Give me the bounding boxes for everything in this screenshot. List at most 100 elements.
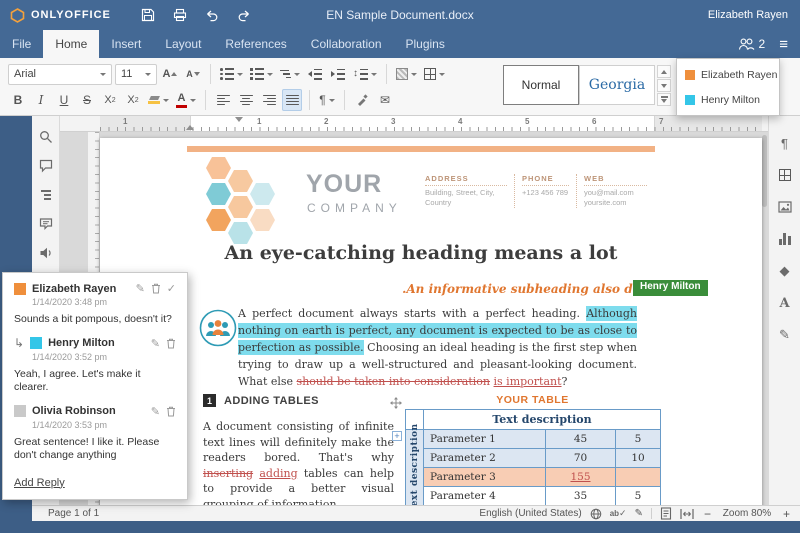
paragraph-borders-icon[interactable] (422, 63, 447, 85)
statusbar: Page 1 of 1 English (United States) ab ✓ … (32, 505, 800, 521)
italic-icon[interactable]: I (31, 89, 51, 111)
underline-icon[interactable]: U (54, 89, 74, 111)
horizontal-ruler[interactable]: 1 1 2 3 4 5 6 7 (60, 116, 768, 132)
tracked-deletion: inserting (203, 466, 254, 480)
shape-settings-icon[interactable]: ◆ (774, 260, 796, 282)
bold-icon[interactable]: B (8, 89, 28, 111)
save-icon[interactable] (139, 6, 157, 24)
first-line-indent-marker[interactable] (235, 117, 243, 122)
users-icon (738, 38, 754, 50)
edit-comment-icon[interactable]: ✎ (151, 405, 160, 418)
zoom-level-label: Zoom 80% (722, 508, 772, 519)
show-paragraph-marks-icon[interactable]: ¶ (317, 89, 337, 111)
decrement-font-size-icon[interactable]: A (183, 63, 203, 85)
mailmerge-icon[interactable]: ✉ (375, 89, 395, 111)
chat-icon[interactable] (35, 213, 57, 235)
user-list-item[interactable]: Elizabeth Rayen (677, 62, 779, 87)
track-changes-icon[interactable]: ✎ (635, 508, 643, 519)
font-name-value: Arial (14, 68, 37, 80)
tracked-insertion: is important (493, 375, 562, 388)
tab-collaboration[interactable]: Collaboration (299, 30, 394, 58)
textart-settings-icon[interactable]: A (774, 292, 796, 314)
decrease-indent-icon[interactable] (305, 63, 325, 85)
zoom-in-icon[interactable]: + (781, 507, 792, 521)
add-reply-link[interactable]: Add Reply (14, 477, 65, 489)
superscript-icon[interactable]: X2 (100, 89, 120, 111)
document-table[interactable]: Text description Text description Parame… (405, 409, 661, 505)
delete-comment-icon[interactable] (151, 283, 161, 294)
image-settings-icon[interactable] (774, 196, 796, 218)
users-count: 2 (758, 37, 766, 51)
style-normal[interactable]: Normal (503, 65, 579, 105)
increase-indent-icon[interactable] (328, 63, 348, 85)
print-icon[interactable] (171, 6, 189, 24)
strikethrough-icon[interactable]: S (77, 89, 97, 111)
line-spacing-icon[interactable]: ↕ (351, 63, 379, 85)
undo-icon[interactable] (203, 6, 221, 24)
align-center-icon[interactable] (236, 89, 256, 111)
application-window: ONLYOFFICE EN Sample Document.docx Eliza… (0, 0, 800, 533)
text-to-speech-icon[interactable] (35, 242, 57, 264)
hamburger-menu-icon[interactable]: ≡ (779, 37, 788, 52)
font-size-value: 11 (121, 68, 133, 80)
numbered-list-icon[interactable] (248, 63, 275, 85)
tab-file[interactable]: File (0, 30, 43, 58)
resolve-comment-icon[interactable]: ✓ (167, 282, 176, 295)
vertical-scrollbar[interactable] (762, 135, 767, 207)
subscript-icon[interactable]: X2 (123, 89, 143, 111)
avatar (30, 337, 43, 349)
tab-home[interactable]: Home (43, 30, 100, 58)
paragraph-settings-icon[interactable]: ¶ (774, 132, 796, 154)
spellcheck-icon[interactable]: ab ✓ (610, 508, 627, 519)
left-indent-marker[interactable] (186, 125, 194, 130)
tab-layout[interactable]: Layout (153, 30, 213, 58)
table-move-handle[interactable] (390, 396, 402, 414)
font-size-select[interactable]: 11 (115, 63, 157, 85)
gallery-down-icon[interactable] (657, 79, 671, 92)
comments-icon[interactable] (35, 155, 57, 177)
document-page[interactable]: YOUR COMPANY ADDRESS Building, Street, C… (100, 138, 762, 505)
navigation-icon[interactable] (35, 184, 57, 206)
style-georgia[interactable]: Georgia (579, 65, 655, 105)
font-name-select[interactable]: Arial (8, 63, 112, 85)
paragraph-shading-icon[interactable] (394, 63, 419, 85)
increment-font-size-icon[interactable]: A (160, 63, 180, 85)
align-right-icon[interactable] (259, 89, 279, 111)
user-list-item[interactable]: Henry Milton (677, 87, 779, 112)
language-selector[interactable]: English (United States) (479, 508, 581, 519)
edit-comment-icon[interactable]: ✎ (151, 337, 160, 350)
redo-icon[interactable] (235, 6, 253, 24)
edit-comment-icon[interactable]: ✎ (136, 282, 145, 295)
tracked-insertion: adding (259, 466, 298, 480)
chart-settings-icon[interactable] (774, 228, 796, 250)
fit-page-icon[interactable] (660, 507, 672, 520)
highlight-color-icon[interactable] (146, 89, 171, 111)
gallery-up-icon[interactable] (657, 65, 671, 78)
table-settings-icon[interactable] (774, 164, 796, 186)
paragraph-1: A perfect document always starts with a … (238, 306, 637, 388)
window-frame-bottom (0, 521, 800, 533)
format-painter-icon[interactable] (352, 89, 372, 111)
search-icon[interactable] (35, 126, 57, 148)
tab-references[interactable]: References (213, 30, 298, 58)
right-panel-sidebar: ¶ ◆ A ✎ (768, 116, 800, 505)
align-justify-icon[interactable] (282, 89, 302, 111)
table-add-row-button[interactable]: + (392, 431, 402, 441)
multilevel-list-icon[interactable] (278, 63, 302, 85)
user-color-swatch (685, 69, 695, 80)
set-language-icon[interactable] (590, 508, 602, 520)
coedit-users-button[interactable]: 2 (738, 37, 766, 51)
bullet-list-icon[interactable] (218, 63, 245, 85)
delete-comment-icon[interactable] (166, 338, 176, 349)
comment-text: Sounds a bit pompous, doesn't it? (14, 313, 172, 325)
align-left-icon[interactable] (213, 89, 233, 111)
gallery-expand-icon[interactable] (657, 93, 671, 106)
coedit-users-popup: Elizabeth Rayen Henry Milton (676, 58, 780, 116)
delete-comment-icon[interactable] (166, 406, 176, 417)
signature-settings-icon[interactable]: ✎ (774, 324, 796, 346)
tab-insert[interactable]: Insert (99, 30, 153, 58)
font-color-icon[interactable]: A (174, 89, 198, 111)
tab-plugins[interactable]: Plugins (394, 30, 457, 58)
fit-width-icon[interactable] (680, 508, 694, 520)
zoom-out-icon[interactable]: − (702, 507, 713, 521)
